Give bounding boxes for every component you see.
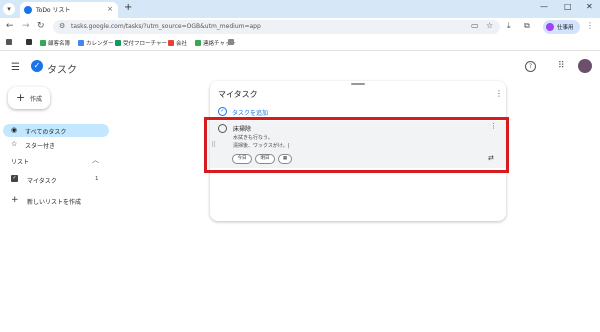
bookmark-item[interactable]	[228, 39, 236, 46]
tab-search-icon[interactable]: ▾	[3, 3, 15, 15]
lists-header: リスト	[11, 159, 30, 166]
browser-window: ▾ ToDo リスト × + — □ ✕ ← → ↻ ⚙ tasks.googl…	[0, 0, 600, 332]
minimize-button[interactable]: —	[540, 2, 548, 11]
plus-icon: +	[16, 91, 26, 104]
tab-strip: ▾ ToDo リスト × + — □ ✕	[0, 0, 600, 18]
chevron-up-icon[interactable]: ︿	[92, 155, 99, 165]
back-button[interactable]: ←	[6, 21, 14, 31]
tab-close-icon[interactable]: ×	[107, 5, 113, 13]
list-item-mytasks[interactable]: マイタスク	[27, 176, 57, 185]
add-task-button[interactable]: タスクを追加	[232, 108, 268, 117]
bookmark-icon	[40, 40, 46, 46]
address-toolbar: ← → ↻ ⚙ tasks.google.com/tasks/?utm_sour…	[0, 18, 600, 36]
forward-button[interactable]: →	[22, 21, 30, 31]
tasks-favicon-icon	[24, 6, 32, 14]
create-label: 作成	[30, 96, 43, 103]
drag-handle-icon[interactable]	[351, 83, 365, 85]
site-info-icon[interactable]: ⚙	[59, 22, 65, 30]
tasks-logo-icon: ✓	[31, 60, 43, 72]
apps-grid-icon[interactable]: ⠿	[558, 61, 565, 71]
profile-avatar	[546, 23, 554, 31]
gmail-icon	[168, 40, 174, 46]
bookmark-label: 会社	[176, 41, 188, 47]
address-bar[interactable]: ⚙ tasks.google.com/tasks/?utm_source=OGB…	[53, 20, 500, 34]
reload-button[interactable]: ↻	[37, 21, 45, 31]
bookmark-item[interactable]	[26, 39, 34, 46]
bookmark-customers[interactable]: 顧客名簿	[40, 39, 70, 47]
checkbox-icon[interactable]: ✓	[11, 175, 18, 182]
chat-icon	[195, 40, 201, 46]
browser-menu-icon[interactable]: ⋮	[586, 21, 594, 30]
list-title: マイタスク	[218, 90, 258, 99]
new-tab-button[interactable]: +	[124, 2, 132, 13]
bookmark-flowchart[interactable]: 受付フローチャート	[115, 39, 172, 47]
apps-grid-icon	[6, 39, 12, 45]
create-button[interactable]: + 作成	[8, 87, 50, 109]
bookmark-icon	[26, 39, 32, 45]
bookmark-label: カレンダー	[86, 41, 114, 47]
hamburger-icon[interactable]: ☰	[11, 62, 20, 73]
account-avatar[interactable]	[578, 59, 592, 73]
extensions-icon[interactable]: ⧉	[524, 21, 530, 31]
image-icon	[228, 39, 234, 45]
nav-all-tasks-label: すべてのタスク	[25, 129, 67, 136]
maximize-button[interactable]: □	[564, 2, 572, 11]
list-count: 1	[95, 176, 99, 182]
bookmark-label: 顧客名簿	[48, 41, 71, 47]
star-icon: ☆	[11, 140, 18, 148]
new-list-button[interactable]: 新しいリストを作成	[27, 197, 81, 206]
sheets-icon	[115, 40, 121, 46]
profile-label: 仕事用	[557, 25, 574, 31]
url-text: tasks.google.com/tasks/?utm_source=OGB&u…	[71, 23, 261, 30]
tab-todo[interactable]: ToDo リスト ×	[20, 2, 118, 18]
add-task-icon[interactable]: ✓	[218, 107, 227, 116]
bookmark-label: 受付フローチャート	[123, 41, 173, 47]
apps-bookmark[interactable]	[6, 39, 14, 46]
help-icon[interactable]: ?	[525, 61, 536, 72]
tasks-page: ☰ ✓ タスク ? ⠿ + 作成 ◉ すべてのタスク ☆ スター付き リスト ︿…	[0, 51, 600, 332]
profile-button[interactable]: 仕事用	[543, 20, 580, 34]
more-vert-icon[interactable]: ⋮	[495, 89, 503, 98]
nav-starred-label: スター付き	[25, 143, 56, 150]
bookmark-company[interactable]: 会社	[168, 39, 187, 47]
bookmark-calendar[interactable]: カレンダー	[78, 39, 114, 47]
download-icon[interactable]: ⤓	[507, 21, 511, 31]
tab-title: ToDo リスト	[36, 7, 71, 14]
install-app-icon[interactable]: ▭	[471, 21, 479, 30]
app-title: タスク	[47, 65, 77, 76]
calendar-icon	[78, 40, 84, 46]
bookmark-star-icon[interactable]: ☆	[486, 21, 493, 30]
bookmarks-bar: 顧客名簿 カレンダー 受付フローチャート 会社 連絡チャット	[0, 36, 600, 51]
highlight-box	[204, 117, 509, 173]
plus-icon[interactable]: +	[11, 195, 19, 205]
check-circle-icon: ◉	[11, 126, 18, 134]
close-window-button[interactable]: ✕	[586, 2, 593, 11]
